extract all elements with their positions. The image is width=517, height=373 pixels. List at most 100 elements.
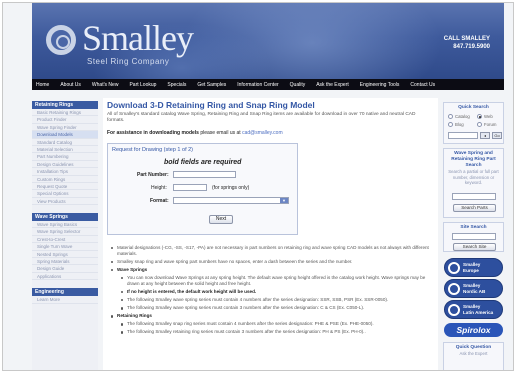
radio-label: Forum <box>484 122 497 127</box>
main-content: Download 3-D Retaining Ring and Snap Rin… <box>103 98 438 370</box>
sidebar-item[interactable]: Design Guide <box>32 265 98 273</box>
region-line: Nordic AB <box>463 288 486 294</box>
sidebar-item[interactable]: Installation Tips <box>32 168 98 176</box>
sidebar-item[interactable]: View Products <box>32 198 98 206</box>
nav-ask-the-expert[interactable]: Ask the Expert <box>316 82 349 88</box>
smalley-ring-icon <box>448 304 460 316</box>
nav-home[interactable]: Home <box>36 82 49 88</box>
list-item: If no height is entered, the default wor… <box>107 289 432 295</box>
region-label: Smalley Europe <box>463 262 480 273</box>
region-label: Smalley Latin America <box>463 304 493 315</box>
search-parts-button[interactable]: Search Parts <box>453 204 496 212</box>
next-button[interactable]: Next <box>209 215 233 224</box>
site-header-banner: Smalley Steel Ring Company CALL SMALLEY … <box>32 3 504 79</box>
quick-question-link[interactable]: Ask the Expert <box>444 351 503 357</box>
height-input[interactable] <box>173 184 207 191</box>
spirolox-brand-link[interactable]: Spirolox <box>444 323 503 337</box>
sidebar-item[interactable]: Learn More <box>32 296 98 304</box>
sidebar-item[interactable]: Wave Spring Selector <box>32 228 98 236</box>
sidebar-item[interactable]: Material Selection <box>32 146 98 154</box>
nav-get-samples[interactable]: Get Samples <box>197 82 226 88</box>
assistance-bold: For assistance in downloading models <box>107 130 199 136</box>
sidebar-item[interactable]: Basic Retaining Rings <box>32 109 98 117</box>
phone-number: 847.719.5900 <box>453 44 490 50</box>
radio-label: Catalog <box>455 114 470 119</box>
sidebar-item[interactable]: Spring Materials <box>32 258 98 266</box>
site-logo-text[interactable]: Smalley <box>82 17 194 59</box>
part-search-box: Wave Spring and Retaining Ring Part Sear… <box>443 148 504 218</box>
page-title: Download 3-D Retaining Ring and Snap Rin… <box>107 100 315 110</box>
sidebar-item[interactable]: Design Guidelines <box>32 161 98 169</box>
nav-whats-new[interactable]: What's New <box>92 82 119 88</box>
list-item: You can now download Wave Springs at any… <box>107 275 432 287</box>
sidebar-item[interactable]: Applications <box>32 273 98 281</box>
smalley-europe-link[interactable]: Smalley Europe <box>444 258 503 277</box>
radio-forum[interactable] <box>477 122 482 127</box>
sidebar-item[interactable]: Wave Spring Basics <box>32 221 98 229</box>
sidebar-item[interactable]: Single Turn Wave <box>32 243 98 251</box>
sidebar-item[interactable]: Product Finder <box>32 116 98 124</box>
form-title: Request for Drawing (step 1 of 2) <box>112 147 194 153</box>
nav-engineering-tools[interactable]: Engineering Tools <box>360 82 400 88</box>
sidebar-heading-retaining-rings[interactable]: Retaining Rings <box>32 101 98 109</box>
height-hint: (for springs only) <box>212 185 250 191</box>
smalley-logo-icon[interactable] <box>46 25 76 55</box>
region-label: Smalley Nordic AB <box>463 283 485 294</box>
quick-question-box: Quick Question Ask the Expert <box>443 342 504 370</box>
right-sidebar: Quick Search Catalog Web Blog Forum ◂ Go… <box>443 98 504 370</box>
go-button[interactable]: Go <box>492 132 502 139</box>
region-line: Smalley <box>463 262 481 267</box>
format-select[interactable]: ▼ <box>173 197 289 204</box>
intro-paragraph: All of Smalley's standard catalog Wave S… <box>107 112 416 123</box>
sidebar-item[interactable]: Wave Spring Finder <box>32 124 98 132</box>
sidebar-item[interactable]: Nested Springs <box>32 251 98 259</box>
sidebar-item[interactable]: Standard Catalog <box>32 139 98 146</box>
chevron-down-icon[interactable]: ▼ <box>280 198 288 203</box>
list-item: The following Smalley wave spring series… <box>107 297 432 303</box>
radio-label: Blog <box>455 122 464 127</box>
nav-part-lookup[interactable]: Part Lookup <box>129 82 156 88</box>
list-item: Material designations (-CG, -SS, -S17, -… <box>107 245 432 257</box>
smalley-ring-icon <box>448 262 460 274</box>
nav-specials[interactable]: Specials <box>167 82 186 88</box>
nav-about-us[interactable]: About Us <box>60 82 81 88</box>
required-note: bold fields are required <box>164 159 242 166</box>
quick-question-title: Quick Question <box>455 345 492 350</box>
top-navigation: Home About Us What's New Part Lookup Spe… <box>32 79 504 90</box>
sidebar-heading-wave-springs[interactable]: Wave Springs <box>32 213 98 222</box>
part-search-description: Search a partial or full part number, di… <box>448 169 499 185</box>
quick-search-title: Quick Search <box>458 105 489 110</box>
height-label: Height: <box>151 185 167 191</box>
radio-blog[interactable] <box>448 122 453 127</box>
site-search-input[interactable] <box>452 233 496 240</box>
sidebar-item[interactable]: Custom Rings <box>32 176 98 183</box>
sidebar-item-active[interactable]: Download Models <box>32 131 98 139</box>
left-sidebar: Retaining Rings Basic Retaining Rings Pr… <box>32 101 98 370</box>
radio-web[interactable] <box>477 114 482 119</box>
part-number-input[interactable] <box>173 171 236 178</box>
list-item: Smalley snap ring and wave spring part n… <box>107 259 432 265</box>
sidebar-item[interactable]: Request Quote <box>32 183 98 191</box>
radio-catalog[interactable] <box>448 114 453 119</box>
part-number-label: Part Number: <box>137 172 169 178</box>
nav-quality[interactable]: Quality <box>290 82 306 88</box>
nav-contact-us[interactable]: Contact Us <box>410 82 435 88</box>
sidebar-item[interactable]: Special Options <box>32 190 98 198</box>
browser-page: Smalley Steel Ring Company CALL SMALLEY … <box>2 2 514 371</box>
part-search-input[interactable] <box>452 193 496 200</box>
part-search-title: Wave Spring and Retaining Ring Part Sear… <box>451 151 496 168</box>
search-go-button[interactable]: ◂ <box>480 132 490 139</box>
email-link[interactable]: cad@smalley.com <box>242 130 283 136</box>
sidebar-item[interactable]: Crest-to-Crest <box>32 236 98 244</box>
quick-search-input[interactable] <box>448 132 478 139</box>
search-site-button[interactable]: Search Site <box>453 243 496 251</box>
nav-information-center[interactable]: Information Center <box>237 82 278 88</box>
sidebar-item[interactable]: Part Numbering <box>32 153 98 161</box>
sidebar-heading-engineering[interactable]: Engineering <box>32 288 98 297</box>
assistance-line: For assistance in downloading models ple… <box>107 130 283 136</box>
format-label: Format: <box>150 198 169 204</box>
smalley-latin-america-link[interactable]: Smalley Latin America <box>444 300 503 319</box>
smalley-nordic-link[interactable]: Smalley Nordic AB <box>444 279 503 298</box>
